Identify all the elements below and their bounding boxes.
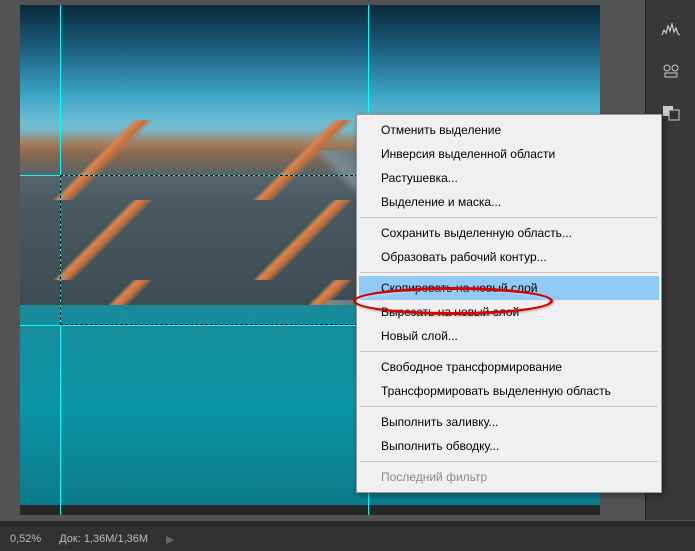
menu-transform-selection[interactable]: Трансформировать выделенную область: [359, 379, 659, 403]
marquee-selection[interactable]: [60, 175, 368, 325]
menu-separator: [360, 406, 658, 407]
menu-separator: [360, 461, 658, 462]
menu-last-filter: Последний фильтр: [359, 465, 659, 489]
menu-separator: [360, 217, 658, 218]
menu-select-mask[interactable]: Выделение и маска...: [359, 190, 659, 214]
adjustments-icon[interactable]: [658, 60, 684, 82]
zoom-level[interactable]: 0,52%: [10, 533, 41, 545]
context-menu: Отменить выделение Инверсия выделенной о…: [356, 114, 662, 493]
menu-copy-to-new-layer[interactable]: Скопировать на новый слой: [359, 276, 659, 300]
menu-new-layer[interactable]: Новый слой...: [359, 324, 659, 348]
histogram-icon[interactable]: [658, 18, 684, 40]
menu-cut-to-new-layer[interactable]: Вырезать на новый слой: [359, 300, 659, 324]
menu-stroke[interactable]: Выполнить обводку...: [359, 434, 659, 458]
menu-feather[interactable]: Растушевка...: [359, 166, 659, 190]
menu-deselect[interactable]: Отменить выделение: [359, 118, 659, 142]
menu-separator: [360, 272, 658, 273]
menu-fill[interactable]: Выполнить заливку...: [359, 410, 659, 434]
status-bar: 0,52% Док: 1,36M/1,36M ▶: [0, 527, 695, 551]
menu-save-selection[interactable]: Сохранить выделенную область...: [359, 221, 659, 245]
menu-make-work-path[interactable]: Образовать рабочий контур...: [359, 245, 659, 269]
menu-invert-selection[interactable]: Инверсия выделенной области: [359, 142, 659, 166]
doc-label: Док:: [59, 533, 81, 545]
status-arrow-icon[interactable]: ▶: [166, 533, 174, 546]
menu-separator: [360, 351, 658, 352]
bottom-frame: 0,52% Док: 1,36M/1,36M ▶: [0, 521, 695, 551]
doc-size: 1,36M/1,36M: [84, 533, 148, 545]
menu-free-transform[interactable]: Свободное трансформирование: [359, 355, 659, 379]
